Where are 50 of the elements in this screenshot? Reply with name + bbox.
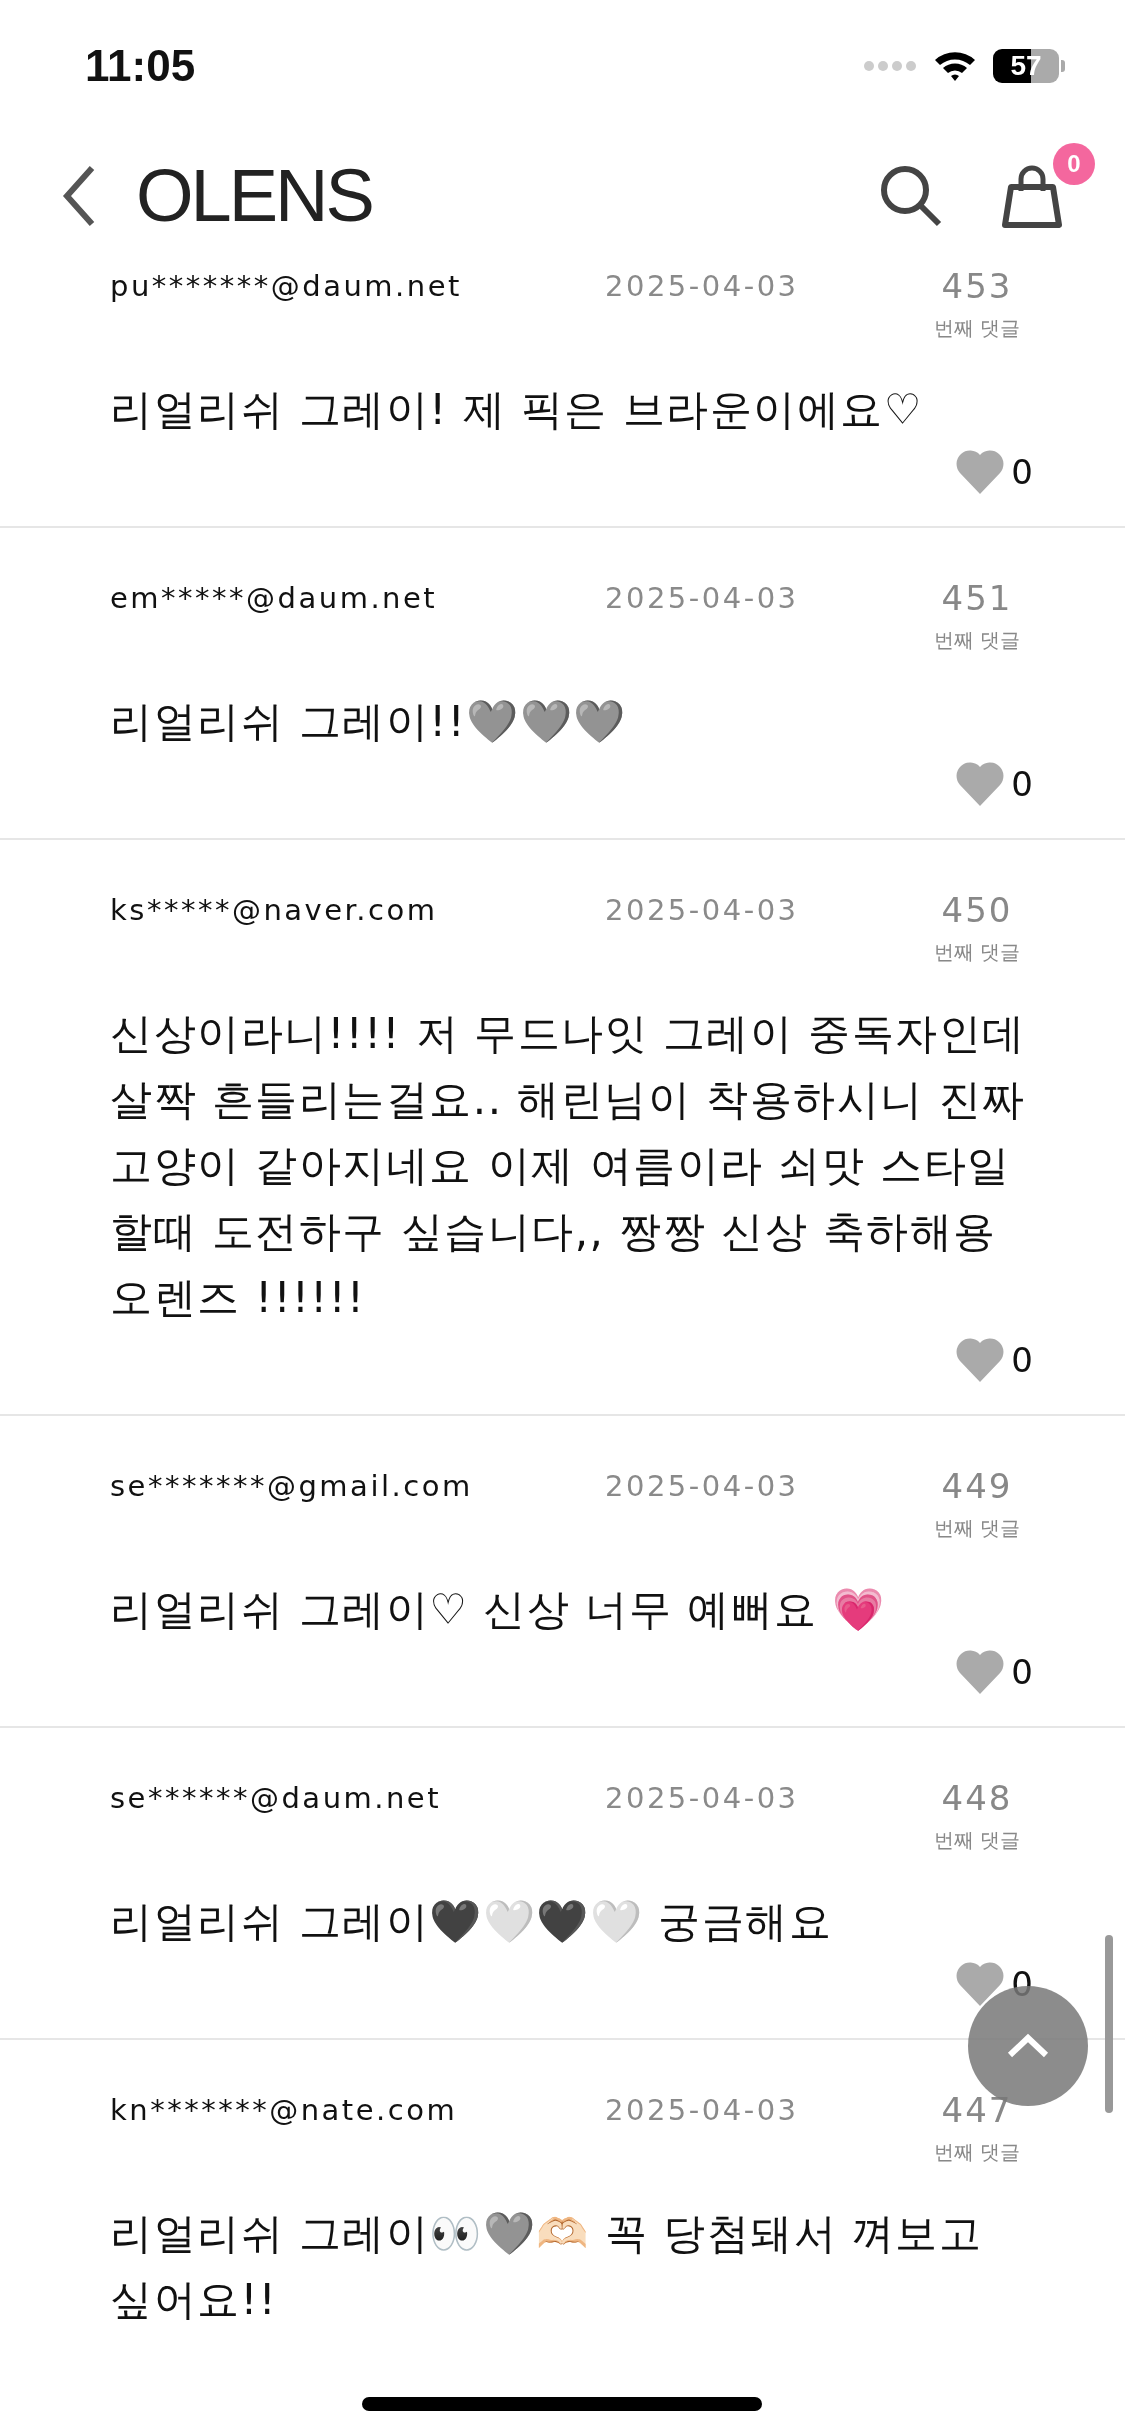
comment-date: 2025-04-03	[605, 580, 800, 617]
comment-date: 2025-04-03	[605, 892, 800, 929]
comment-author: ks*****@naver.com	[110, 892, 439, 929]
comment-number-label: 번째 댓글	[933, 627, 1021, 653]
signal-icon	[863, 59, 917, 73]
chevron-up-icon	[1006, 2033, 1050, 2059]
search-icon[interactable]	[879, 164, 943, 228]
comment-author: se******@daum.net	[110, 1780, 443, 1817]
comment-number: 450	[941, 889, 1013, 932]
comment-number-label: 번째 댓글	[933, 1515, 1021, 1541]
comment-number: 449	[941, 1465, 1013, 1508]
comment-date: 2025-04-03	[605, 2092, 800, 2129]
comment-author: em*****@daum.net	[110, 580, 439, 617]
comment-text: 리얼리쉬 그레이! 제 픽은 브라운이에요♡	[110, 384, 924, 436]
wifi-icon	[933, 49, 977, 83]
like-count: 0	[1011, 764, 1033, 804]
comment-author: se*******@gmail.com	[110, 1468, 474, 1505]
like-count: 0	[1011, 1964, 1033, 2004]
scrollbar[interactable]	[1105, 1935, 1113, 2113]
comment-number: 447	[941, 2089, 1013, 2132]
like-count: 0	[1011, 1340, 1033, 1380]
comment-text: 리얼리쉬 그레이👀🩶🫶🏻 꼭 당첨돼서 껴보고 싶어요!!	[110, 2208, 984, 2326]
comment-author: pu*******@daum.net	[110, 268, 463, 305]
comment-number-label: 번째 댓글	[933, 939, 1021, 965]
comment-text: 리얼리쉬 그레이🖤🤍🖤🤍 궁금해요	[110, 1896, 834, 1948]
comment-author: kn*******@nate.com	[110, 2092, 459, 2129]
cart-icon[interactable]	[999, 163, 1065, 229]
status-time: 11:05	[85, 41, 196, 91]
comment-date: 2025-04-03	[605, 1780, 800, 1817]
comment-number-label: 번째 댓글	[933, 315, 1021, 341]
comment-number-label: 번째 댓글	[933, 1827, 1021, 1853]
comment-text: 리얼리쉬 그레이♡ 신상 너무 예뻐요 💗	[110, 1584, 887, 1636]
cart-count-badge: 0	[1053, 143, 1095, 185]
heart-icon[interactable]	[955, 1961, 1006, 2007]
like-count: 0	[1011, 1652, 1033, 1692]
comment-number: 453	[941, 265, 1013, 308]
heart-icon[interactable]	[955, 449, 1006, 495]
comment-date: 2025-04-03	[605, 268, 800, 305]
heart-icon[interactable]	[955, 1337, 1006, 1383]
comment-text: 신상이라니!!!! 저 무드나잇 그레이 중독자인데 살짝 흔들리는걸요.. 해린님이 착용하시니 진짜 고양이 같아지네요 이제 여름이라 쇠맛 스타일 할때 도전하구 싶습니다,, 짱짱 신상 축하해용 오렌즈 !!!!!!	[110, 1008, 1027, 1324]
like-count: 0	[1011, 452, 1033, 492]
heart-icon[interactable]	[955, 761, 1006, 807]
comment-text: 리얼리쉬 그레이!!🩶🩶🩶	[110, 696, 628, 748]
logo[interactable]: OLENS	[136, 159, 372, 233]
comment-date: 2025-04-03	[605, 1468, 800, 1505]
comment-number: 451	[941, 577, 1013, 620]
comment-number: 448	[941, 1777, 1013, 1820]
comment-number-label: 번째 댓글	[933, 2139, 1021, 2165]
heart-icon[interactable]	[955, 1649, 1006, 1695]
back-icon[interactable]	[62, 165, 96, 227]
